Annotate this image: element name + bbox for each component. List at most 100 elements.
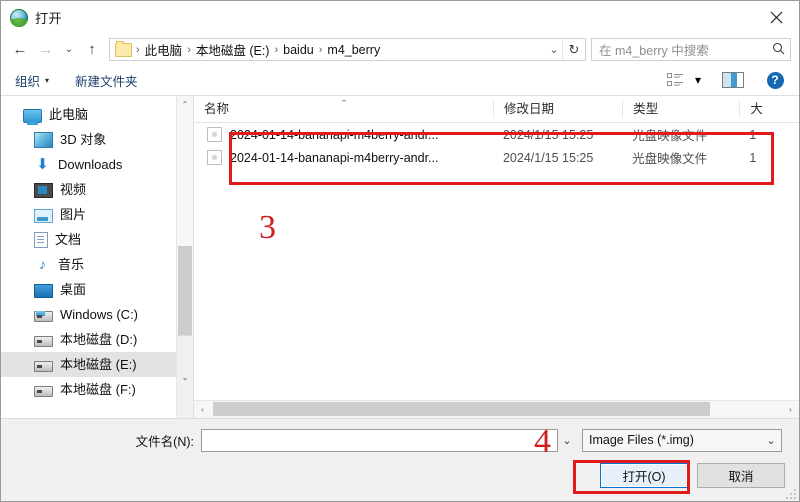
open-button[interactable]: 打开(O)	[600, 463, 688, 488]
help-icon[interactable]: ?	[761, 68, 789, 92]
window-controls	[753, 1, 799, 34]
close-icon[interactable]	[753, 1, 799, 34]
new-folder-button[interactable]: 新建文件夹	[75, 71, 138, 90]
folder-tree: 此电脑 3D 对象 ⬇ Downloads 视频 图片 文档 ♪ 音乐 桌面 W…	[1, 96, 193, 402]
window-title: 打开	[35, 11, 63, 26]
navigation-pane: 此电脑 3D 对象 ⬇ Downloads 视频 图片 文档 ♪ 音乐 桌面 W…	[1, 96, 193, 418]
breadcrumb-item-3[interactable]: m4_berry	[324, 43, 383, 57]
disc-image-file-icon	[207, 150, 222, 165]
title-bar: 打开	[1, 1, 799, 34]
sidebar-item-local-disk-f[interactable]: 本地磁盘 (F:)	[1, 377, 193, 402]
sidebar-item-label: 视频	[60, 182, 87, 197]
sort-ascending-icon: ⌃	[340, 100, 348, 108]
refresh-icon[interactable]: ↻	[562, 38, 585, 61]
file-name-label: 2024-01-14-bananapi-m4berry-andr...	[230, 150, 439, 165]
sidebar-item-windows-c[interactable]: Windows (C:)	[1, 302, 193, 327]
search-icon[interactable]	[766, 42, 790, 58]
sidebar-item-desktop[interactable]: 桌面	[1, 277, 193, 302]
back-icon[interactable]: ←	[7, 38, 33, 62]
sidebar-item-this-pc[interactable]: 此电脑	[1, 102, 193, 127]
filename-label: 文件名(N):	[135, 434, 194, 449]
sidebar-item-label: 音乐	[58, 257, 85, 272]
breadcrumb[interactable]: › 此电脑 › 本地磁盘 (E:) › baidu › m4_berry ⌄ ↻	[109, 38, 586, 61]
organize-button[interactable]: 组织 ▾	[15, 71, 49, 90]
search-placeholder: 在 m4_berry 中搜索	[599, 44, 709, 58]
file-date-cell: 2024/1/15 15:25	[502, 127, 594, 142]
file-type-filter-value: Image Files (*.img)	[589, 433, 694, 447]
view-options-chevron-down-icon[interactable]: ▾	[691, 68, 705, 92]
forward-icon[interactable]: →	[33, 38, 59, 62]
filename-chevron-down-icon[interactable]: ⌄	[558, 429, 576, 452]
file-size-cell: 1	[749, 127, 757, 142]
dialog-buttons: 打开(O) 取消	[600, 463, 785, 488]
up-icon[interactable]: ↑	[79, 38, 105, 62]
sidebar-item-label: 3D 对象	[60, 132, 107, 147]
sidebar-item-documents[interactable]: 文档	[1, 227, 193, 252]
filename-row: 文件名(N): ⌄ Image Files (*.img) ⌄	[1, 428, 799, 452]
table-row[interactable]: 2024-01-14-bananapi-m4berry-andr... 2024…	[194, 123, 799, 146]
file-date-cell: 2024/1/15 15:25	[502, 150, 594, 165]
cancel-button[interactable]: 取消	[697, 463, 785, 488]
toolbar-right-group: ▾ ?	[661, 68, 789, 92]
sidebar-item-pictures[interactable]: 图片	[1, 202, 193, 227]
sidebar-item-local-disk-d[interactable]: 本地磁盘 (D:)	[1, 327, 193, 352]
sidebar-item-label: 本地磁盘 (D:)	[60, 332, 138, 347]
breadcrumb-item-1[interactable]: 本地磁盘 (E:)	[193, 40, 273, 59]
table-row[interactable]: 2024-01-14-bananapi-m4berry-andr... 2024…	[194, 146, 799, 169]
dialog-footer: 文件名(N): ⌄ Image Files (*.img) ⌄ 打开(O) 取消	[1, 418, 799, 501]
file-list-pane: 名称 ⌃ 修改日期 类型 大 2024-01-14-bananapi-m4ber…	[193, 96, 799, 418]
documents-icon	[34, 232, 48, 248]
sidebar-item-downloads[interactable]: ⬇ Downloads	[1, 152, 193, 177]
scrollbar-thumb[interactable]	[213, 402, 710, 416]
column-header-date[interactable]: 修改日期	[492, 100, 622, 118]
scrollbar-track[interactable]	[211, 401, 782, 418]
sidebar-item-label: 此电脑	[49, 107, 89, 122]
sidebar-item-videos[interactable]: 视频	[1, 177, 193, 202]
breadcrumb-item-0[interactable]: 此电脑	[142, 40, 186, 59]
list-view-icon[interactable]	[661, 68, 689, 92]
help-label: ?	[766, 71, 784, 89]
scroll-right-icon[interactable]: ›	[782, 401, 799, 418]
filename-input[interactable]	[201, 428, 558, 452]
column-header-name[interactable]: 名称 ⌃	[194, 100, 493, 118]
videos-icon	[34, 183, 53, 198]
sidebar-item-label: 本地磁盘 (F:)	[60, 382, 136, 397]
file-size-cell: 1	[749, 150, 757, 165]
3d-objects-icon	[34, 132, 53, 148]
local-drive-icon	[34, 361, 53, 372]
sidebar-item-music[interactable]: ♪ 音乐	[1, 252, 193, 277]
navigation-bar: ← → ⌄ ↑ › 此电脑 › 本地磁盘 (E:) › baidu › m4_b…	[1, 34, 799, 65]
local-drive-icon	[34, 336, 53, 347]
pictures-icon	[34, 208, 53, 223]
file-name-cell: 2024-01-14-bananapi-m4berry-andr...	[194, 150, 493, 165]
breadcrumb-separator-3: ›	[318, 43, 323, 56]
breadcrumb-item-2[interactable]: baidu	[280, 43, 317, 57]
sidebar-item-local-disk-e[interactable]: 本地磁盘 (E:)	[1, 352, 193, 377]
breadcrumb-chevron-down-icon[interactable]: ⌄	[546, 43, 562, 56]
organize-label: 组织	[15, 74, 41, 89]
music-icon: ♪	[39, 255, 46, 272]
resize-grip[interactable]	[784, 487, 796, 499]
disc-image-file-icon	[207, 127, 222, 142]
column-header-type[interactable]: 类型	[622, 100, 739, 118]
scroll-left-icon[interactable]: ‹	[194, 401, 211, 418]
downloads-icon: ⬇	[36, 155, 49, 173]
column-header-name-label: 名称	[204, 102, 230, 116]
file-name-label: 2024-01-14-bananapi-m4berry-andr...	[230, 127, 439, 142]
desktop-icon	[34, 283, 53, 298]
open-dialog-icon	[10, 8, 28, 27]
breadcrumb-separator-0: ›	[136, 43, 140, 56]
recent-locations-chevron-down-icon[interactable]: ⌄	[59, 38, 79, 62]
scroll-up-icon[interactable]: ⌃	[177, 96, 193, 113]
file-type-filter-select[interactable]: Image Files (*.img) ⌄	[582, 428, 782, 452]
chevron-down-icon: ⌄	[766, 434, 776, 447]
file-list-horizontal-scrollbar[interactable]: ‹ ›	[194, 400, 799, 418]
folder-icon	[115, 40, 132, 57]
navigation-pane-scrollbar[interactable]: ⌃ ⌄	[176, 96, 193, 418]
column-header-size[interactable]: 大	[739, 100, 799, 118]
scroll-down-icon[interactable]: ⌄	[177, 335, 193, 418]
sidebar-item-label: 本地磁盘 (E:)	[60, 357, 137, 372]
sidebar-item-3d-objects[interactable]: 3D 对象	[1, 127, 193, 152]
preview-pane-icon[interactable]	[719, 68, 747, 92]
search-input[interactable]: 在 m4_berry 中搜索	[591, 38, 791, 61]
